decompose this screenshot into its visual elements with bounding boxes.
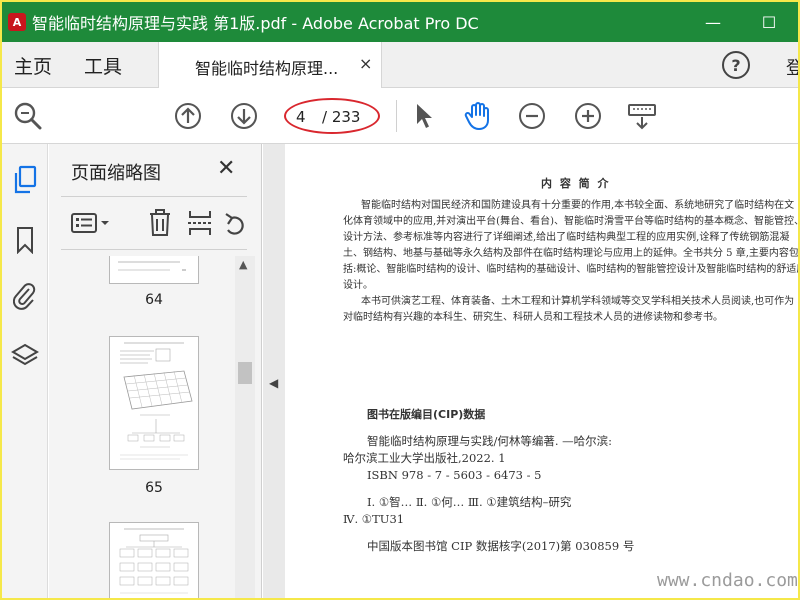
summary-line: 本书可供演艺工程、体育装备、土木工程和计算机学科领域等交叉学科相关技术人员阅读,…	[361, 296, 795, 307]
delete-page-icon[interactable]	[145, 208, 175, 238]
zoom-in-icon[interactable]	[572, 100, 604, 132]
scrollbar-thumb[interactable]	[238, 362, 252, 384]
main-toolbar: 4 / 233	[2, 88, 798, 144]
site-watermark: www.cndao.com	[657, 570, 798, 591]
cip-line: Ⅳ. ①TU31	[343, 512, 405, 526]
window-title: 智能临时结构原理与实践 第1版.pdf - Adobe Acrobat Pro …	[32, 14, 479, 33]
cip-heading: 图书在版编目(CIP)数据	[367, 408, 486, 421]
summary-line: 化体育领域中的应用,并对演出平台(舞台、看台)、智能临时滑雪平台等临时结构的基本…	[343, 216, 798, 227]
thumbnail-options-icon[interactable]	[71, 208, 111, 238]
thumbnail-label: 65	[145, 480, 163, 496]
zoom-out-icon[interactable]	[516, 100, 548, 132]
summary-line: 设计。	[343, 280, 373, 291]
help-icon[interactable]: ?	[722, 51, 750, 79]
maximize-button[interactable]: ☐	[746, 2, 792, 42]
acrobat-window: A 智能临时结构原理与实践 第1版.pdf - Adobe Acrobat Pr…	[2, 2, 798, 598]
toolbar-divider	[396, 100, 397, 132]
title-bar: A 智能临时结构原理与实践 第1版.pdf - Adobe Acrobat Pr…	[2, 2, 798, 42]
red-annotation-oval	[284, 98, 380, 134]
tab-document[interactable]: 智能临时结构原理... ×	[158, 42, 382, 88]
summary-line: 土、钢结构、地基与基础等永久结构及部件在临时结构理论与应用上的延伸。全书共分 5…	[343, 248, 798, 259]
thumbnail-page-65[interactable]	[109, 336, 199, 470]
thumbnail-label: 64	[145, 292, 163, 308]
close-tab-icon[interactable]: ×	[359, 54, 372, 73]
left-navigation-rail	[2, 144, 48, 598]
page-thumbnails-panel: 页面缩略图 ✕ 64 65 ▲	[49, 144, 262, 598]
cip-line: ISBN 978 - 7 - 5603 - 6473 - 5	[367, 468, 542, 482]
summary-heading: 内 容 简 介	[541, 177, 611, 190]
document-tab-label: 智能临时结构原理...	[195, 59, 339, 78]
cip-line: Ⅰ. ①智… Ⅱ. ①何… Ⅲ. ①建筑结构–研究	[367, 495, 572, 509]
cip-line: 哈尔滨工业大学出版社,2022. 1	[343, 451, 506, 465]
bookmark-icon[interactable]	[9, 224, 41, 256]
acrobat-app-icon: A	[8, 13, 26, 31]
summary-line: 智能临时结构对国民经济和国防建设具有十分重要的作用,本书较全面、系统地研究了临时…	[361, 200, 795, 211]
rotate-page-icon[interactable]	[219, 208, 249, 238]
minimize-button[interactable]: —	[690, 2, 736, 42]
cip-line: 智能临时结构原理与实践/何林等编著. —哈尔滨:	[367, 434, 613, 448]
page-thumbnails-icon[interactable]	[9, 164, 41, 196]
sign-in-button[interactable]: 登	[786, 54, 798, 80]
thumbnails-list: 64 65	[61, 256, 231, 598]
search-icon[interactable]	[12, 100, 44, 132]
cip-line: 中国版本图书馆 CIP 数据核字(2017)第 030859 号	[367, 539, 635, 553]
summary-line: 设计方法、参考标准等内容进行了详细阐述,给出了临时结构典型工程的应用实例,诠释了…	[343, 232, 790, 243]
select-cursor-icon[interactable]	[408, 100, 440, 132]
tab-tools[interactable]: 工具	[84, 52, 122, 79]
scroll-up-arrow-icon[interactable]: ▲	[239, 258, 247, 271]
thumbnail-page-66[interactable]	[109, 522, 199, 598]
layers-icon[interactable]	[9, 340, 41, 372]
hand-tool-icon[interactable]	[462, 100, 494, 132]
next-page-icon[interactable]	[228, 100, 260, 132]
summary-line: 对临时结构有兴趣的本科生、研究生、科研人员和工程技术人员的进修读物和参考书。	[343, 312, 723, 323]
tab-home[interactable]: 主页	[14, 52, 52, 79]
close-panel-icon[interactable]: ✕	[217, 156, 235, 181]
thumbnail-page-64[interactable]	[109, 256, 199, 284]
insert-page-icon[interactable]	[185, 208, 215, 238]
summary-line: 括:概论、智能临时结构的设计、临时结构的基础设计、临时结构的智能管控设计及智能临…	[343, 264, 798, 275]
panel-toolbar	[61, 196, 247, 250]
keyboard-scroll-icon[interactable]	[626, 100, 658, 132]
panel-collapse-strip[interactable]: ◀	[263, 144, 285, 598]
previous-page-icon[interactable]	[172, 100, 204, 132]
collapse-panel-arrow-icon[interactable]: ◀	[269, 376, 278, 390]
document-view[interactable]: 内 容 简 介 智能临时结构对国民经济和国防建设具有十分重要的作用,本书较全面、…	[285, 144, 798, 598]
attachment-icon[interactable]	[9, 280, 41, 312]
tab-bar: 主页 工具 智能临时结构原理... × ? 登	[2, 42, 798, 88]
thumbnails-scrollbar[interactable]: ▲	[235, 256, 255, 598]
panel-title: 页面缩略图	[71, 163, 161, 184]
